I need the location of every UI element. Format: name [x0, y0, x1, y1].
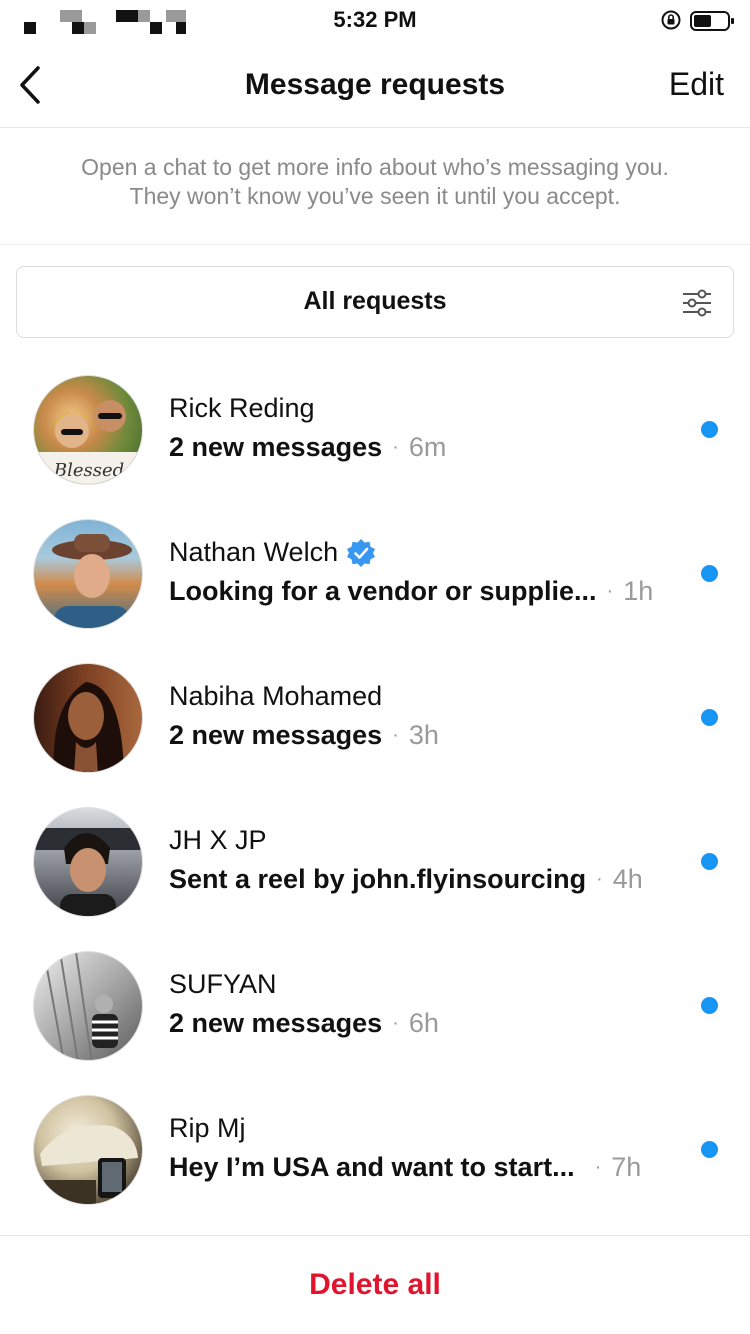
request-row-rip-mj[interactable]: Rip Mj Hey I’m USA and want to start... …	[0, 1078, 750, 1222]
separator-dot: ·	[594, 1156, 602, 1178]
timestamp: 7h	[611, 1152, 642, 1182]
request-row-jh-x-jp[interactable]: JH X JP Sent a reel by john.flyinsourcin…	[0, 790, 750, 934]
timestamp: 3h	[408, 720, 439, 750]
message-preview: Hey I’m USA and want to start...	[169, 1152, 575, 1182]
sliders-icon[interactable]	[681, 287, 713, 319]
sender-name: Rip Mj	[169, 1113, 246, 1144]
message-preview: Sent a reel by john.flyinsourcing	[169, 864, 587, 894]
requests-filter-button[interactable]: All requests	[16, 266, 734, 338]
request-row-nabiha-mohamed[interactable]: Nabiha Mohamed 2 new messages · 3h	[0, 646, 750, 790]
message-meta: 2 new messages · 6h	[169, 1008, 439, 1039]
avatar	[33, 951, 143, 1061]
sender-name: Rick Reding	[169, 393, 315, 424]
avatar-photo	[34, 828, 142, 916]
navigation-bar: Message requests Edit	[0, 44, 750, 128]
separator-dot: ·	[392, 1012, 399, 1034]
rotation-lock-icon	[661, 10, 681, 30]
info-line-2: They won’t know you’ve seen it until you…	[129, 183, 621, 209]
unread-dot	[701, 997, 718, 1014]
message-meta: Looking for a vendor or supplie... · 1h	[169, 576, 653, 607]
avatar	[33, 807, 143, 917]
avatar: Blessed	[33, 375, 143, 485]
sender-name-text: Nabiha Mohamed	[169, 681, 383, 711]
sender-name-text: Nathan Welch	[169, 537, 339, 567]
avatar-photo	[34, 1125, 138, 1204]
avatar-photo	[53, 682, 124, 772]
avatar-photo	[52, 534, 132, 628]
info-banner: Open a chat to get more info about who’s…	[0, 129, 750, 245]
unread-dot	[701, 565, 718, 582]
info-line-1: Open a chat to get more info about who’s…	[81, 154, 669, 180]
timestamp: 6h	[408, 1008, 439, 1038]
sender-name: Nabiha Mohamed	[169, 681, 382, 712]
avatar	[33, 1095, 143, 1205]
message-preview: 2 new messages	[169, 720, 383, 750]
verified-badge-icon	[347, 538, 376, 567]
separator-dot: ·	[606, 580, 614, 602]
unread-dot	[701, 1141, 718, 1158]
unread-dot	[701, 421, 718, 438]
status-bar: 5:32 PM	[0, 0, 750, 44]
timestamp: 6m	[408, 432, 447, 462]
request-row-sufyan[interactable]: SUFYAN 2 new messages · 6h	[0, 934, 750, 1078]
sender-name-text: Rip Mj	[169, 1113, 246, 1143]
sender-name-text: JH X JP	[169, 825, 267, 855]
message-meta: Sent a reel by john.flyinsourcing · 4h	[169, 864, 643, 895]
separator-dot: ·	[392, 724, 399, 746]
avatar	[33, 663, 143, 773]
delete-all-button[interactable]: Delete all	[0, 1268, 750, 1302]
timestamp: 1h	[623, 576, 654, 606]
avatar	[33, 519, 143, 629]
sender-name-text: SUFYAN	[169, 969, 277, 999]
sender-name: SUFYAN	[169, 969, 277, 1000]
message-meta: 2 new messages · 3h	[169, 720, 439, 751]
filter-label: All requests	[303, 287, 447, 315]
sender-name-text: Rick Reding	[169, 393, 315, 423]
status-time: 5:32 PM	[333, 7, 417, 32]
message-meta: Hey I’m USA and want to start... · 7h	[169, 1152, 641, 1183]
timestamp: 4h	[612, 864, 643, 894]
message-preview: 2 new messages	[169, 432, 383, 462]
edit-button[interactable]: Edit	[669, 66, 724, 103]
avatar-photo	[43, 952, 118, 1060]
unread-dot	[701, 709, 718, 726]
separator-dot: ·	[596, 868, 603, 890]
unread-dot	[701, 853, 718, 870]
avatar-overlay-text: Blessed	[53, 460, 124, 481]
battery-icon	[690, 11, 734, 31]
avatar-photo: Blessed	[34, 400, 142, 484]
message-preview: Looking for a vendor or supplie...	[169, 576, 597, 606]
sender-name: Nathan Welch	[169, 537, 376, 568]
page-title: Message requests	[244, 68, 506, 101]
request-row-rick-reding[interactable]: Blessed Rick Reding 2 new messages · 6m	[0, 358, 750, 502]
request-row-nathan-welch[interactable]: Nathan Welch Looking for a vendor or sup…	[0, 502, 750, 646]
separator-dot: ·	[392, 436, 399, 458]
message-meta: 2 new messages · 6m	[169, 432, 446, 463]
message-preview: 2 new messages	[169, 1008, 383, 1038]
footer-bar: Delete all	[0, 1235, 750, 1334]
sender-name: JH X JP	[169, 825, 267, 856]
